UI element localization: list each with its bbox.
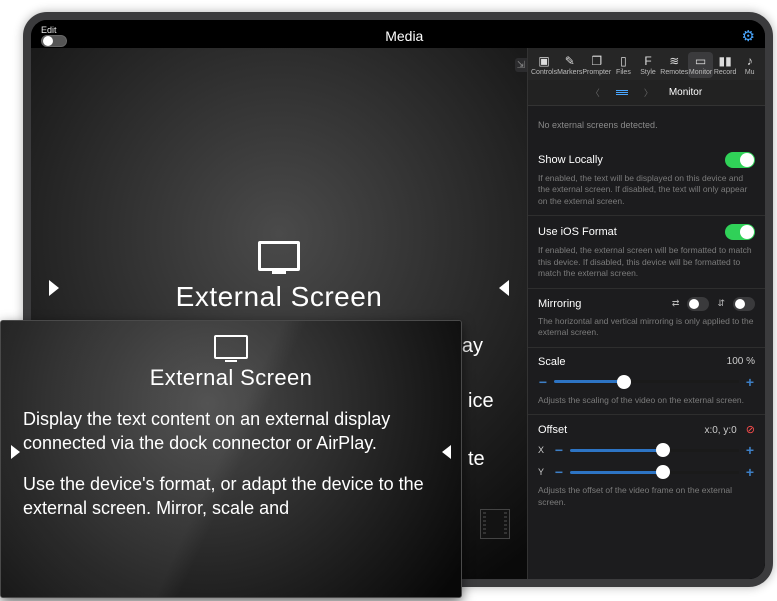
gear-icon[interactable]: ⚙ [742,27,755,45]
marker-left-icon [49,280,59,296]
section-show-locally: Show Locally If enabled, the text will b… [528,144,765,216]
overlay-p1: Display the text content on an external … [23,407,439,456]
tool-files[interactable]: ▯Files [611,52,636,78]
filmstrip-icon[interactable] [480,509,510,539]
screen-icon [258,241,300,271]
overlay-heading: External Screen [150,365,313,391]
tool-markers[interactable]: ✎Markers [557,52,582,78]
ios-format-toggle[interactable] [725,224,755,240]
offset-x-label: X [538,445,548,455]
scale-value: 100 % [727,356,755,367]
offset-y-label: Y [538,467,548,477]
marker-right-icon [499,280,509,296]
chevron-left-icon[interactable]: 〈 [591,86,600,99]
subtab-strip: 〈 〉 Monitor [528,80,765,106]
no-screens-notice: No external screens detected. [528,106,765,144]
mirror-horizontal-icon: ⇄ [672,298,680,309]
scale-label: Scale [538,356,566,368]
offset-label: Offset [538,424,567,436]
mirror-horizontal-toggle[interactable] [687,297,709,311]
offset-x-slider[interactable] [570,449,739,452]
offset-y-plus[interactable]: + [745,464,755,480]
mirroring-label: Mirroring [538,298,581,310]
peek-text-2: te [468,448,485,471]
show-locally-desc: If enabled, the text will be displayed o… [538,173,755,207]
edit-toggle-group[interactable]: Edit [41,25,67,47]
scale-plus[interactable]: + [745,374,755,390]
ios-format-desc: If enabled, the external screen will be … [538,245,755,279]
overlay-p2: Use the device's format, or adapt the de… [23,472,439,521]
panel-toolbar: ▣Controls ✎Markers ❐Prompter ▯Files FSty… [528,48,765,80]
show-locally-toggle[interactable] [725,152,755,168]
section-scale: Scale 100 % − + Adjusts the scaling of t… [528,348,765,415]
scale-slider[interactable] [554,380,739,383]
subtab-title: Monitor [669,87,702,98]
section-mirroring: Mirroring ⇄ ⇵ The horizontal and vertica… [528,289,765,348]
mirroring-desc: The horizontal and vertical mirroring is… [538,316,755,339]
offset-y-minus[interactable]: − [554,464,564,480]
sliders-icon[interactable] [616,90,628,95]
edit-toggle[interactable] [41,35,67,47]
offset-value: x:0, y:0 [704,425,736,436]
content-heading: External Screen [176,281,383,313]
chevron-right-icon[interactable]: 〉 [644,86,653,99]
tool-controls[interactable]: ▣Controls [531,52,557,78]
scale-desc: Adjusts the scaling of the video on the … [538,395,755,406]
tool-record[interactable]: ▮▮Record [713,52,738,78]
tool-style[interactable]: FStyle [636,52,661,78]
edit-label: Edit [41,25,57,35]
tool-prompter[interactable]: ❐Prompter [582,52,611,78]
ios-format-label: Use iOS Format [538,226,617,238]
peek-text-1: ice [468,390,494,413]
overlay-preview: External Screen Display the text content… [0,320,462,598]
tool-remotes[interactable]: ≋Remotes [660,52,688,78]
offset-x-plus[interactable]: + [745,442,755,458]
show-locally-label: Show Locally [538,154,603,166]
settings-panel: ▣Controls ✎Markers ❐Prompter ▯Files FSty… [527,48,765,579]
section-offset: Offset x:0, y:0 ⊘ X − + [528,415,765,516]
scale-minus[interactable]: − [538,374,548,390]
offset-x-minus[interactable]: − [554,442,564,458]
section-ios-format: Use iOS Format If enabled, the external … [528,216,765,288]
mirror-vertical-toggle[interactable] [733,297,755,311]
panel-expand-handle[interactable]: ⇲ [515,58,527,72]
mirror-vertical-icon: ⇵ [717,298,725,309]
overlay-screen-icon [214,335,248,359]
offset-y-slider[interactable] [570,471,739,474]
tool-music[interactable]: ♪Mu [737,52,762,78]
offset-reset-icon[interactable]: ⊘ [746,424,755,436]
page-title: Media [385,28,423,44]
offset-desc: Adjusts the offset of the video frame on… [538,485,755,508]
tool-monitor[interactable]: ▭Monitor [688,52,713,78]
statusbar: Edit Media ⚙ [31,20,765,48]
